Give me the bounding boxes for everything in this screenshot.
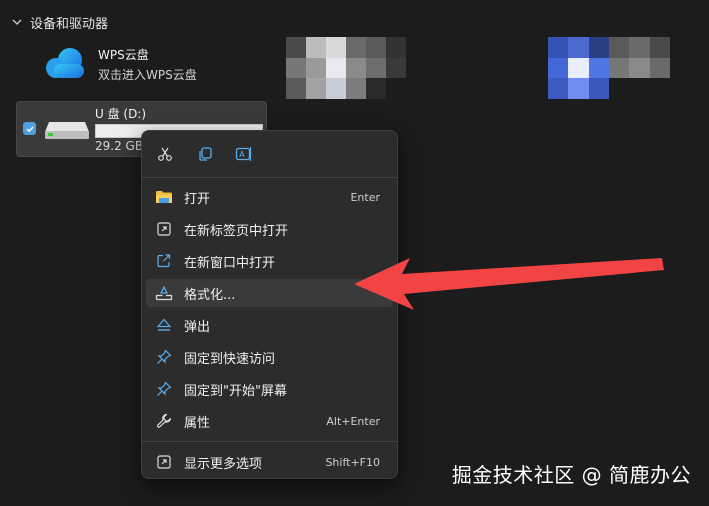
quick-actions-row: A xyxy=(142,131,397,177)
wps-cloud-name: WPS云盘 xyxy=(98,48,149,62)
scissors-icon[interactable] xyxy=(154,143,176,165)
wps-cloud-item[interactable]: WPS云盘 双击进入WPS云盘 xyxy=(42,46,197,86)
menu-item-more-options[interactable]: 显示更多选项 Shift+F10 xyxy=(146,448,393,476)
wrench-icon xyxy=(155,412,173,430)
devices-section-header[interactable]: 设备和驱动器 xyxy=(10,12,108,32)
menu-item-open[interactable]: 打开 Enter xyxy=(146,183,393,211)
copy-icon[interactable] xyxy=(194,143,216,165)
menu-item-pin-quick-access[interactable]: 固定到快速访问 xyxy=(146,343,393,371)
section-title: 设备和驱动器 xyxy=(30,16,109,32)
menu-item-properties[interactable]: 属性 Alt+Enter xyxy=(146,407,393,435)
annotation-arrow-icon xyxy=(354,258,664,310)
pixelated-thumbnail-2 xyxy=(548,37,670,99)
usb-drive-size: 29.2 GB xyxy=(95,139,144,153)
pin-icon xyxy=(155,380,173,398)
eject-icon xyxy=(155,316,173,334)
cloud-icon xyxy=(42,46,88,86)
menu-item-pin-start[interactable]: 固定到"开始"屏幕 xyxy=(146,375,393,403)
menu-separator xyxy=(142,177,397,178)
pin-icon xyxy=(155,348,173,366)
pixelated-thumbnail-1 xyxy=(286,37,406,99)
file-explorer-view: 设备和驱动器 WPS云盘 双击进入WPS云盘 U 盘 (D:) 29.2 GB … xyxy=(0,0,709,506)
menu-item-open-new-tab[interactable]: 在新标签页中打开 xyxy=(146,215,393,243)
more-options-icon xyxy=(155,453,173,471)
chevron-down-icon xyxy=(10,15,24,29)
format-icon xyxy=(155,284,173,302)
selected-checkbox[interactable] xyxy=(23,122,36,135)
open-external-icon xyxy=(155,252,173,270)
new-tab-icon xyxy=(155,220,173,238)
folder-icon xyxy=(155,188,173,206)
watermark-text: 掘金技术社区 @ 简鹿办公 xyxy=(451,463,691,487)
menu-separator xyxy=(142,441,397,442)
drive-icon xyxy=(45,118,89,144)
svg-text:A: A xyxy=(239,150,245,159)
wps-cloud-subtitle: 双击进入WPS云盘 xyxy=(98,68,197,82)
rename-icon[interactable]: A xyxy=(233,143,255,165)
usb-drive-name: U 盘 (D:) xyxy=(95,107,147,121)
